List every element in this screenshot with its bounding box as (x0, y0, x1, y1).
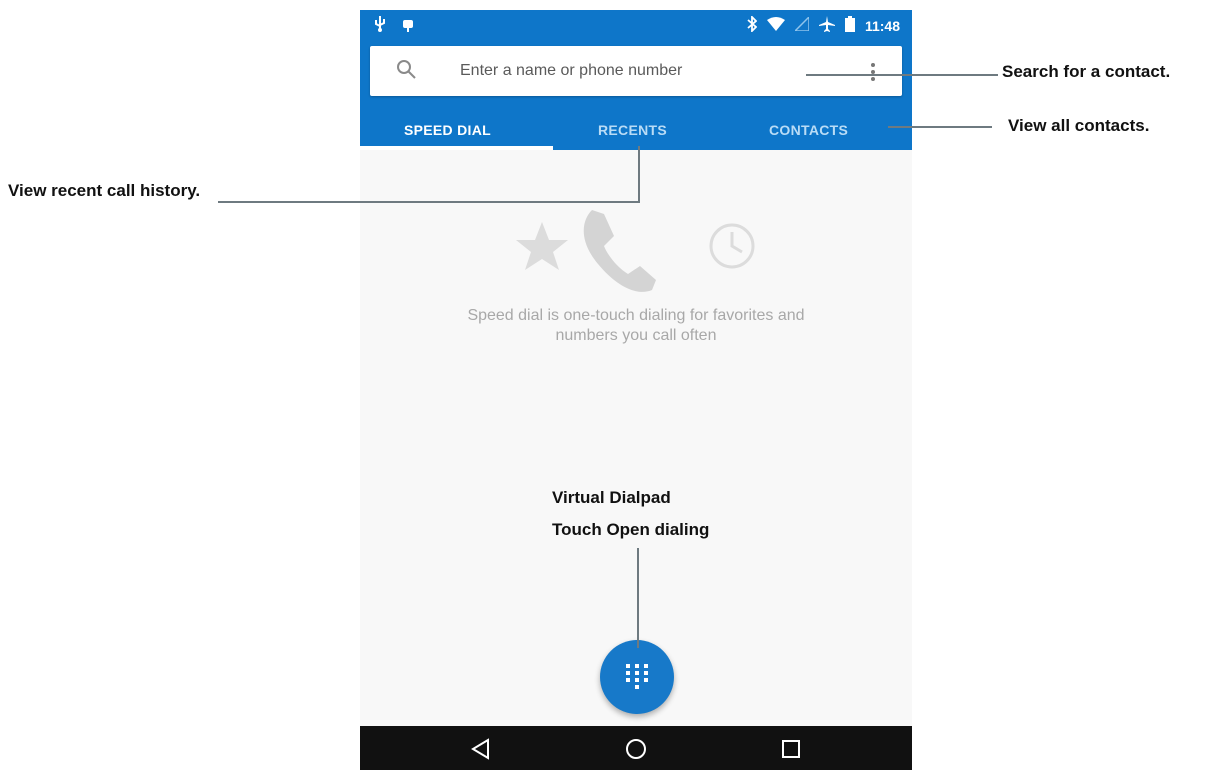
dialpad-callout-line-2: Touch Open dialing (552, 520, 710, 539)
tab-bar: SPEED DIAL RECENTS CONTACTS (360, 112, 912, 150)
search-icon[interactable] (396, 59, 418, 81)
search-callout: Search for a contact. (1002, 62, 1171, 81)
recents-callout-line-vertical (638, 146, 640, 202)
android-icon (402, 19, 414, 35)
bluetooth-icon (747, 14, 758, 35)
no-signal-icon (793, 15, 810, 34)
dialpad-button[interactable] (600, 640, 674, 714)
phone-screen: 11:48 SPEED DIAL RECENTS CONTACTS (360, 10, 912, 770)
more-options-icon[interactable] (866, 60, 880, 84)
empty-state-line-1: Speed dial is one-touch dialing for favo… (467, 307, 805, 324)
search-callout-line (806, 74, 998, 76)
recents-icon[interactable] (780, 738, 802, 760)
tab-contacts[interactable]: CONTACTS (769, 122, 848, 138)
star-icon (516, 222, 568, 270)
app-bar: SPEED DIAL RECENTS CONTACTS (360, 40, 912, 150)
dialpad-callout-line-1: Virtual Dialpad (552, 488, 671, 507)
status-bar: 11:48 (360, 10, 912, 40)
usb-icon (374, 16, 390, 35)
status-bar-left (374, 16, 426, 35)
tab-indicator (360, 146, 553, 150)
back-icon[interactable] (470, 738, 492, 760)
status-bar-right: 11:48 (747, 14, 900, 35)
recents-callout: View recent call history. (8, 181, 201, 200)
empty-state-line-2: numbers you call often (555, 327, 717, 344)
empty-state-illustration (360, 200, 912, 310)
contacts-callout-line (888, 126, 992, 128)
tab-speed-dial[interactable]: SPEED DIAL (404, 122, 491, 138)
wifi-icon (766, 17, 785, 34)
home-icon[interactable] (625, 738, 647, 760)
airplane-icon (818, 16, 835, 35)
recents-callout-line-horizontal (218, 201, 640, 203)
battery-icon (844, 16, 855, 35)
search-box[interactable] (370, 46, 902, 96)
clock-icon (709, 223, 755, 269)
status-time: 11:48 (864, 17, 900, 34)
phone-icon (583, 210, 656, 292)
empty-state-text: Speed dial is one-touch dialing for favo… (390, 306, 882, 346)
contacts-callout: View all contacts. (1008, 116, 1150, 135)
dialpad-callout-line (637, 548, 639, 648)
tab-recents[interactable]: RECENTS (598, 122, 667, 138)
search-input[interactable] (458, 58, 842, 84)
dialpad-icon (626, 664, 648, 689)
navigation-bar (360, 726, 912, 770)
